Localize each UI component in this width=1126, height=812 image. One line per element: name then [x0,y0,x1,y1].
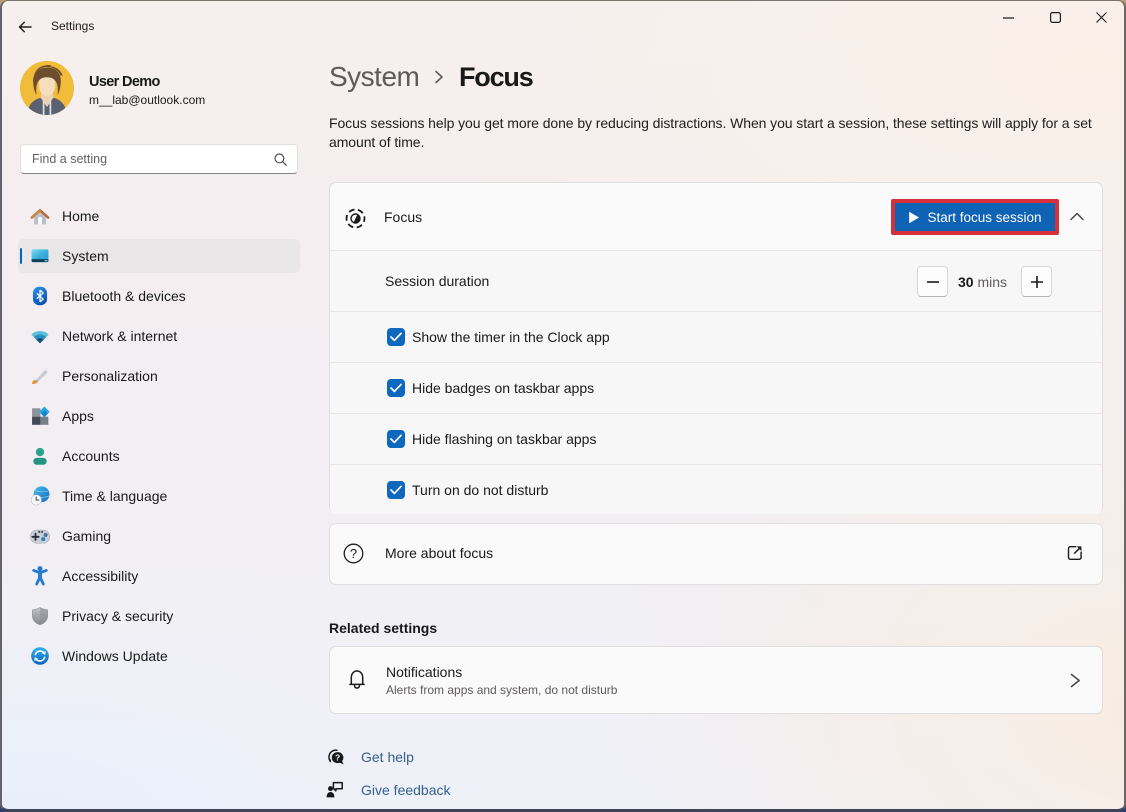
svg-text:?: ? [335,753,340,763]
svg-text:?: ? [350,546,357,561]
